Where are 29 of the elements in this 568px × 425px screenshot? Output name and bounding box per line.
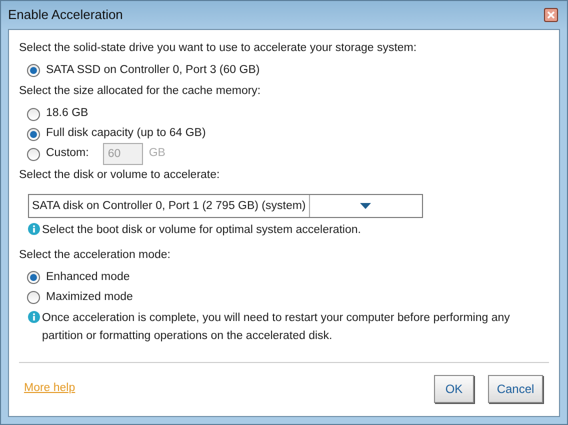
section-label: Select the solid-state drive you want to use to accelerate your storage system: <box>19 41 417 56</box>
unit-label: GB <box>148 146 166 162</box>
section-label: Select the acceleration mode: <box>19 248 171 263</box>
radio-label[interactable]: Custom: <box>46 145 89 163</box>
radio-button[interactable] <box>27 291 40 304</box>
radio-button[interactable] <box>27 64 40 78</box>
section-label: Select the size allocated for the cache memory: <box>19 84 261 100</box>
close-icon <box>547 11 555 19</box>
section-label: Select the disk or volume to accelerate: <box>19 168 220 182</box>
radio-label[interactable]: Full disk capacity (up to 64 GB) <box>46 125 206 143</box>
radio-button[interactable] <box>27 271 40 284</box>
window-title: Enable Acceleration <box>8 6 123 24</box>
radio-label[interactable]: 18.6 GB <box>46 105 88 123</box>
radio-button[interactable] <box>27 108 40 120</box>
dialog-button[interactable]: Cancel <box>488 375 543 403</box>
info-icon <box>28 222 40 235</box>
info-icon <box>28 311 40 324</box>
caret-icon <box>360 202 372 209</box>
radio-label[interactable]: Enhanced mode <box>46 269 130 286</box>
dropdown-value: SATA disk on Controller 0, Port 1 (2 795 GB) (system) <box>31 198 307 214</box>
info-text: Select the boot disk or volume for optimal system acceleration. <box>42 222 361 238</box>
info-text: Once acceleration is complete, you will need to restart your computer before performing any partition or formatting operations on the accelerated disk. <box>42 311 511 344</box>
dialog-button[interactable]: OK <box>434 375 474 403</box>
radio-label[interactable]: Maximized mode <box>46 289 133 306</box>
radio-button[interactable] <box>27 128 40 140</box>
close-button[interactable] <box>544 8 558 22</box>
radio-label[interactable]: SATA SSD on Controller 0, Port 3 (60 GB) <box>46 62 260 80</box>
disk-dropdown[interactable]: SATA disk on Controller 0, Port 1 (2 795 GB) (system) <box>28 194 423 218</box>
radio-button[interactable] <box>27 148 40 160</box>
